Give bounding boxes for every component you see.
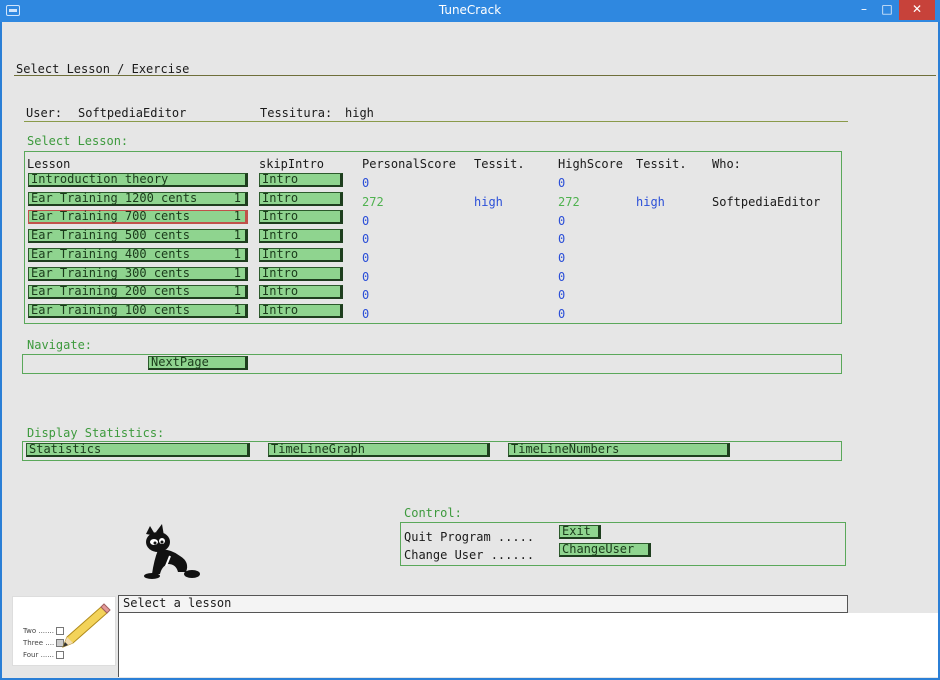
timeline-graph-button[interactable]: TimeLineGraph [268,443,490,457]
intro-button[interactable]: Intro [259,304,343,318]
high-score: 0 [558,176,566,190]
statistics-button[interactable]: Statistics [26,443,250,457]
intro-button[interactable]: Intro [259,210,343,224]
header-personal-score: PersonalScore [362,157,456,171]
page-title: Select Lesson / Exercise [16,62,190,76]
lesson-name: Ear Training 200 cents [31,284,190,298]
control-label: Control: [404,506,462,520]
high-score: 0 [558,288,566,302]
intro-button[interactable]: Intro [259,248,343,262]
user-value: SoftpediaEditor [78,106,187,120]
intro-button[interactable]: Intro [259,192,343,206]
lesson-name: Ear Training 300 cents [31,266,190,280]
personal-tessitura: high [474,195,503,209]
main-window-content: Select Lesson / Exercise User: Softpedia… [2,22,938,678]
lesson-name: Ear Training 100 cents [31,303,190,317]
high-score: 0 [558,270,566,284]
status-bar: Select a lesson [118,595,848,613]
title-bar: TuneCrack – □ ✕ [0,0,940,22]
personal-score: 0 [362,270,370,284]
lesson-count: 1 [233,247,241,261]
status-area [118,613,938,677]
change-user-button[interactable]: ChangeUser [559,543,651,557]
thumb-label-two: Two ....... [23,627,54,635]
cat-mascot-icon [144,524,200,579]
pencil-icon [62,603,111,648]
minimize-button[interactable]: – [853,0,875,20]
lesson-button[interactable]: Ear Training 1200 cents 1 [28,192,248,206]
lesson-count: 1 [233,303,241,317]
lesson-name: Ear Training 700 cents [31,209,190,223]
high-score: 0 [558,214,566,228]
high-score: 0 [558,232,566,246]
lesson-count: 1 [233,209,241,223]
title-underline [14,75,936,76]
maximize-button[interactable]: □ [876,0,898,20]
personal-score: 0 [362,251,370,265]
tessitura-value: high [345,106,374,120]
personal-score: 0 [362,307,370,321]
close-button[interactable]: ✕ [899,0,935,20]
header-who: Who: [712,157,741,171]
high-score: 0 [558,307,566,321]
lesson-button[interactable]: Introduction theory [28,173,248,187]
personal-score: 0 [362,232,370,246]
navigate-panel [22,354,842,374]
thumb-label-three: Three .... [23,639,55,647]
lesson-count: 1 [233,228,241,242]
lesson-name: Ear Training 500 cents [31,228,190,242]
display-statistics-label: Display Statistics: [27,426,165,440]
lesson-name: Ear Training 1200 cents [31,191,198,205]
lesson-count: 1 [233,266,241,280]
lesson-name: Introduction theory [31,172,169,186]
select-lesson-label: Select Lesson: [27,134,129,148]
lesson-button[interactable]: Ear Training 400 cents 1 [28,248,248,262]
next-page-button[interactable]: NextPage [148,356,248,370]
quit-program-label: Quit Program ..... [404,530,535,544]
header-high-tessitura: Tessit. [636,157,687,171]
high-score: 0 [558,251,566,265]
timeline-numbers-button[interactable]: TimeLineNumbers [508,443,730,457]
thumb-label-four: Four ...... [23,651,54,659]
intro-button[interactable]: Intro [259,267,343,281]
user-label: User: [26,106,63,120]
personal-score: 0 [362,288,370,302]
lesson-count: 1 [233,191,241,205]
user-line-divider [24,121,848,122]
lesson-button[interactable]: Ear Training 500 cents 1 [28,229,248,243]
navigate-label: Navigate: [27,338,93,352]
status-message: Select a lesson [123,596,232,610]
thumbnail-preview: Two ....... Three .... Four ...... [12,596,116,666]
intro-button[interactable]: Intro [259,285,343,299]
lesson-button[interactable]: Ear Training 300 cents 1 [28,267,248,281]
exit-button[interactable]: Exit [559,525,601,539]
lesson-button[interactable]: Ear Training 200 cents 1 [28,285,248,299]
personal-score: 272 [362,195,384,209]
header-skip-intro: skipIntro [259,157,325,171]
lesson-count: 1 [233,284,241,298]
personal-score: 0 [362,176,370,190]
intro-button[interactable]: Intro [259,173,343,187]
window-title: TuneCrack [438,3,502,17]
intro-button[interactable]: Intro [259,229,343,243]
lesson-name: Ear Training 400 cents [31,247,190,261]
high-score: 272 [558,195,580,209]
high-tessitura: high [636,195,665,209]
change-user-label: Change User ...... [404,548,535,562]
header-tessitura: Tessit. [474,157,525,171]
high-score-user: SoftpediaEditor [712,195,821,209]
header-high-score: HighScore [558,157,624,171]
lesson-button[interactable]: Ear Training 100 cents 1 [28,304,248,318]
personal-score: 0 [362,214,370,228]
header-lesson: Lesson [27,157,71,171]
tessitura-label: Tessitura: [260,106,333,120]
lesson-button[interactable]: Ear Training 700 cents 1 [28,210,248,224]
